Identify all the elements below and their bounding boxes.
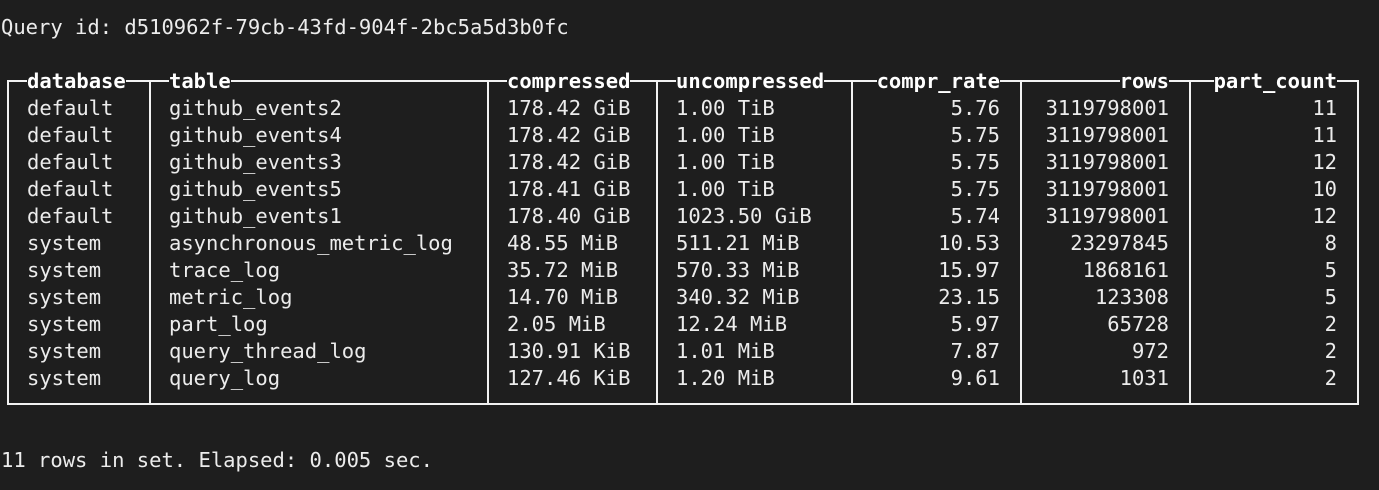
cell-table: github_events4	[169, 123, 342, 147]
cell-part-count: 5	[1324, 258, 1337, 282]
column-header-compressed: compressed	[507, 68, 631, 95]
cell-rows: 23297845	[1070, 231, 1169, 255]
column-separator	[487, 80, 489, 405]
cell-uncompressed: 1.20 MiB	[676, 366, 775, 390]
cell-uncompressed: 570.33 MiB	[676, 258, 800, 282]
cell-part-count: 2	[1324, 339, 1337, 363]
cell-uncompressed: 1.01 MiB	[676, 339, 775, 363]
column-header-table: table	[169, 68, 231, 95]
cell-table: github_events5	[169, 177, 342, 201]
cell-compr-rate: 10.53	[938, 231, 1000, 255]
cell-part-count: 5	[1324, 285, 1337, 309]
cell-rows: 972	[1131, 339, 1169, 363]
cell-part-count: 10	[1312, 177, 1337, 201]
cell-rows: 3119798001	[1045, 177, 1169, 201]
cell-database: default	[27, 150, 114, 174]
cell-compressed: 14.70 MiB	[507, 285, 619, 309]
cell-uncompressed: 1023.50 GiB	[676, 204, 812, 228]
column-header-database: database	[27, 68, 126, 95]
column-header-rows: rows	[1119, 68, 1169, 95]
cell-compr-rate: 5.75	[950, 150, 1000, 174]
cell-compressed: 130.91 KiB	[507, 339, 631, 363]
cell-database: system	[27, 231, 102, 255]
cell-table: metric_log	[169, 285, 293, 309]
column-header-part-count: part_count	[1213, 68, 1337, 95]
cell-uncompressed: 1.00 TiB	[676, 123, 775, 147]
cell-compressed: 127.46 KiB	[507, 366, 631, 390]
column-header-uncompressed: uncompressed	[676, 68, 825, 95]
cell-uncompressed: 511.21 MiB	[676, 231, 800, 255]
cell-uncompressed: 1.00 TiB	[676, 150, 775, 174]
cell-rows: 3119798001	[1045, 150, 1169, 174]
cell-table: query_log	[169, 366, 281, 390]
result-footer: 11 rows in set. Elapsed: 0.005 sec.	[1, 448, 433, 472]
cell-compr-rate: 9.61	[950, 366, 1000, 390]
cell-compressed: 178.42 GiB	[507, 123, 631, 147]
cell-compr-rate: 5.75	[950, 123, 1000, 147]
cell-rows: 1868161	[1082, 258, 1169, 282]
cell-database: system	[27, 366, 102, 390]
cell-rows: 3119798001	[1045, 204, 1169, 228]
column-separator	[656, 80, 658, 405]
cell-part-count: 12	[1312, 204, 1337, 228]
cell-part-count: 12	[1312, 150, 1337, 174]
cell-database: system	[27, 285, 102, 309]
cell-compressed: 178.41 GiB	[507, 177, 631, 201]
cell-compressed: 178.42 GiB	[507, 96, 631, 120]
query-id-line: Query id: d510962f-79cb-43fd-904f-2bc5a5…	[1, 15, 569, 39]
cell-database: system	[27, 258, 102, 282]
cell-part-count: 11	[1312, 96, 1337, 120]
cell-database: default	[27, 204, 114, 228]
cell-rows: 65728	[1107, 312, 1169, 336]
cell-compressed: 48.55 MiB	[507, 231, 619, 255]
cell-rows: 1031	[1119, 366, 1169, 390]
cell-database: default	[27, 96, 114, 120]
cell-table: trace_log	[169, 258, 281, 282]
cell-uncompressed: 1.00 TiB	[676, 177, 775, 201]
cell-compr-rate: 5.76	[950, 96, 1000, 120]
cell-rows: 123308	[1094, 285, 1169, 309]
cell-compr-rate: 5.74	[950, 204, 1000, 228]
cell-uncompressed: 1.00 TiB	[676, 96, 775, 120]
cell-database: default	[27, 123, 114, 147]
cell-table: github_events3	[169, 150, 342, 174]
cell-compressed: 178.42 GiB	[507, 150, 631, 174]
cell-compr-rate: 7.87	[950, 339, 1000, 363]
cell-compressed: 2.05 MiB	[507, 312, 606, 336]
cell-table: query_thread_log	[169, 339, 367, 363]
cell-compressed: 178.40 GiB	[507, 204, 631, 228]
cell-part-count: 2	[1324, 366, 1337, 390]
cell-compressed: 35.72 MiB	[507, 258, 619, 282]
cell-compr-rate: 23.15	[938, 285, 1000, 309]
cell-uncompressed: 340.32 MiB	[676, 285, 800, 309]
cell-database: default	[27, 177, 114, 201]
cell-compr-rate: 15.97	[938, 258, 1000, 282]
cell-database: system	[27, 339, 102, 363]
cell-part-count: 2	[1324, 312, 1337, 336]
column-separator	[851, 80, 853, 405]
cell-table: asynchronous_metric_log	[169, 231, 453, 255]
cell-compr-rate: 5.75	[950, 177, 1000, 201]
cell-table: github_events1	[169, 204, 342, 228]
column-separator	[1189, 80, 1191, 405]
cell-table: github_events2	[169, 96, 342, 120]
cell-table: part_log	[169, 312, 268, 336]
cell-database: system	[27, 312, 102, 336]
cell-uncompressed: 12.24 MiB	[676, 312, 788, 336]
cell-compr-rate: 5.97	[950, 312, 1000, 336]
cell-part-count: 11	[1312, 123, 1337, 147]
cell-rows: 3119798001	[1045, 123, 1169, 147]
column-separator	[149, 80, 151, 405]
column-header-compr-rate: compr_rate	[876, 68, 1000, 95]
cell-part-count: 8	[1324, 231, 1337, 255]
cell-rows: 3119798001	[1045, 96, 1169, 120]
column-separator	[1020, 80, 1022, 405]
